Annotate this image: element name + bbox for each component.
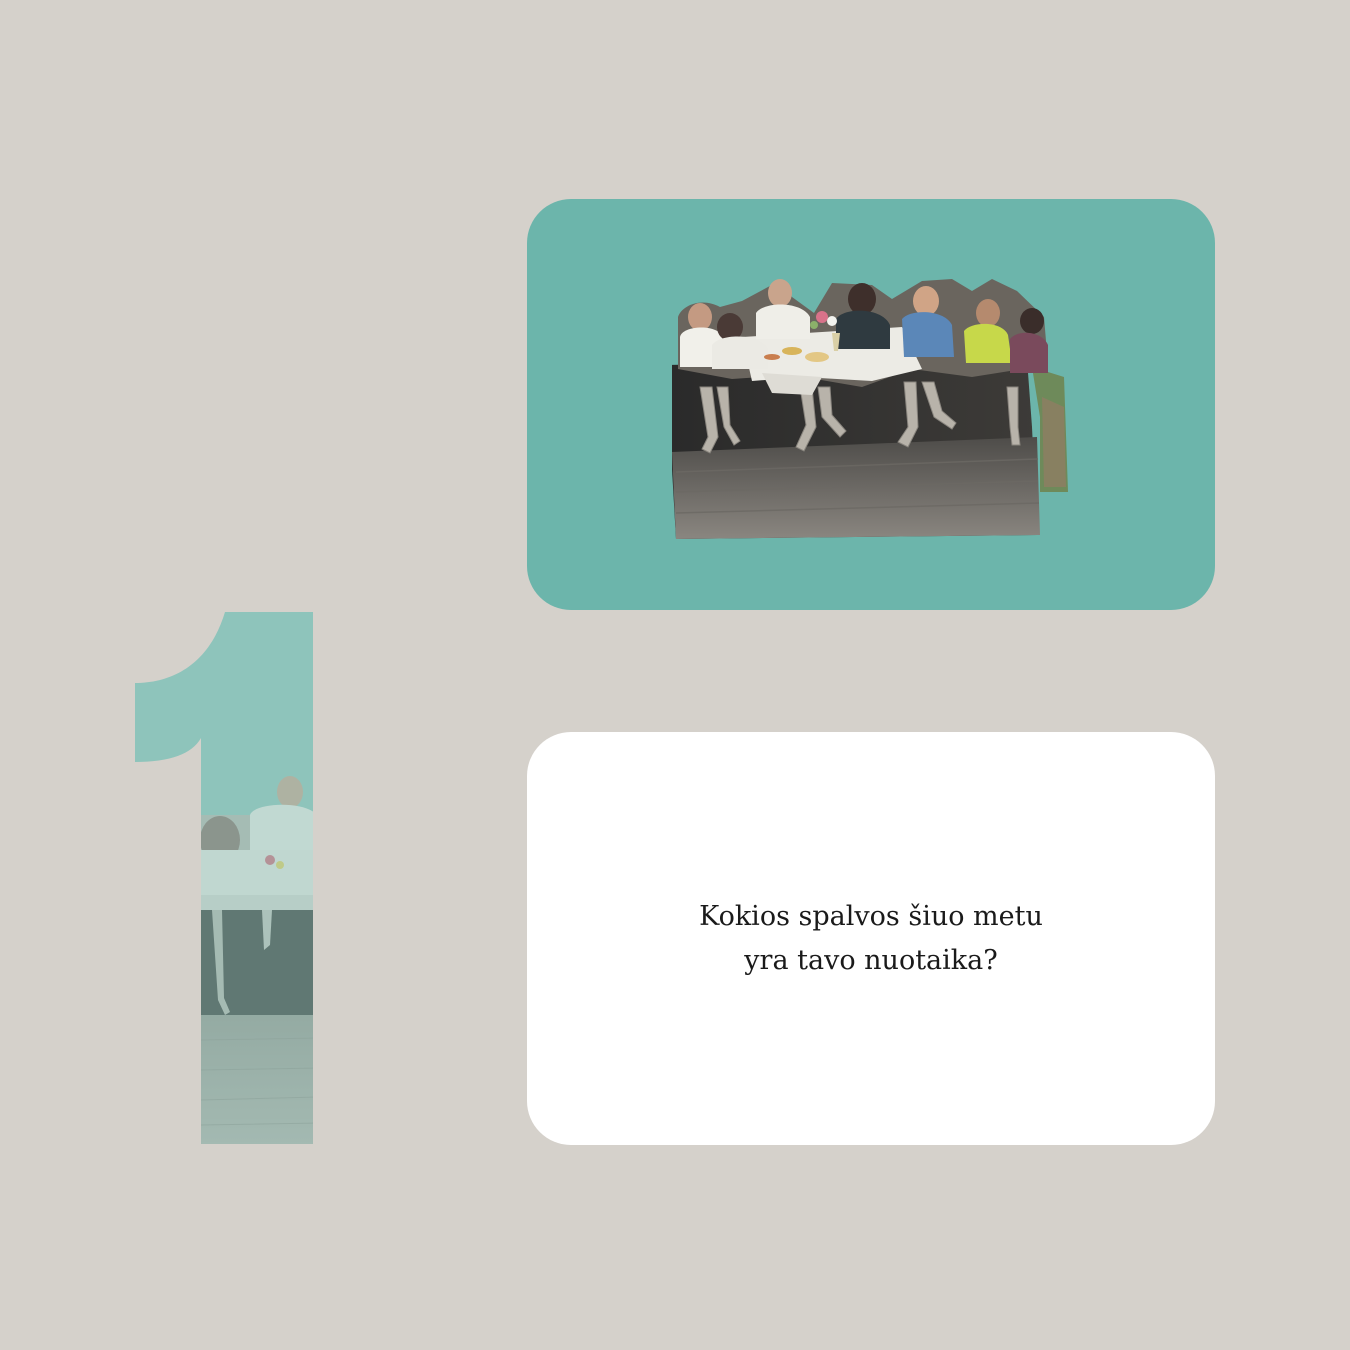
collage-image xyxy=(672,279,1068,539)
question-line-2: yra tavo nuotaika? xyxy=(744,944,998,976)
card-number-1 xyxy=(135,612,313,1144)
question-card: Kokios spalvos šiuo metu yra tavo nuotai… xyxy=(527,732,1215,1145)
page: Kokios spalvos šiuo metu yra tavo nuotai… xyxy=(0,0,1350,1350)
question-line-1: Kokios spalvos šiuo metu xyxy=(699,900,1043,932)
question-text: Kokios spalvos šiuo metu yra tavo nuotai… xyxy=(661,895,1081,983)
image-card xyxy=(527,199,1215,610)
